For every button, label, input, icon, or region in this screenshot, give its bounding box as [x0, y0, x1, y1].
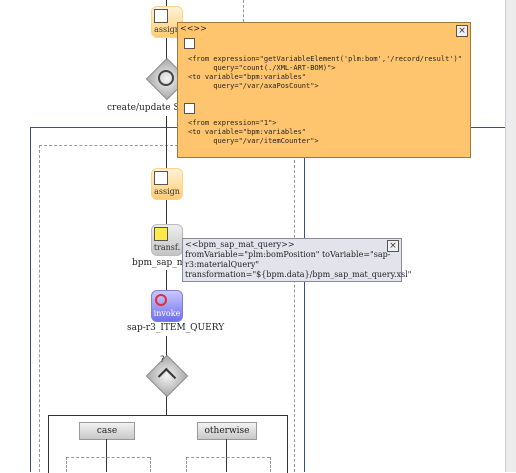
transform-node[interactable]: transf.	[151, 224, 183, 256]
vertical-scrollbar[interactable]	[505, 0, 516, 472]
transform-node-label: transf.	[153, 243, 181, 252]
connector-line	[166, 200, 167, 224]
transform-document-icon	[154, 227, 168, 241]
transform-popup: <<bpm_sap_mat_query>> × fromVariable="pl…	[182, 238, 411, 282]
assign-document-icon	[154, 9, 168, 23]
case-branch-line	[106, 439, 107, 472]
close-icon[interactable]: ×	[456, 25, 468, 37]
assign-document-icon	[154, 171, 168, 185]
expression-popup-title: <<>>	[180, 24, 207, 33]
invoke-arrows-icon	[155, 294, 167, 306]
case-branch-frame	[66, 457, 67, 472]
connector-line	[166, 395, 167, 415]
sequence-frame-left	[39, 145, 40, 472]
copy-icon[interactable]	[184, 103, 195, 114]
case-branch-frame	[66, 457, 150, 458]
otherwise-branch-frame	[186, 457, 187, 472]
copy-icon[interactable]	[184, 38, 195, 49]
transform-popup-title: <<bpm_sap_mat_query>>	[185, 240, 295, 249]
gateway-cross-icon	[158, 70, 174, 86]
invoke-node[interactable]: invoke	[151, 290, 183, 322]
question-mark-icon: ?	[160, 355, 165, 365]
case-branch-box[interactable]: case	[79, 422, 135, 440]
connector-line	[166, 116, 167, 168]
invoke-node-label: invoke	[153, 309, 181, 318]
otherwise-branch-line	[226, 439, 227, 472]
expression-code-block-2: <from expression="1"> <to variable="bpm:…	[188, 119, 319, 145]
connector-line	[166, 270, 167, 290]
sequence-frame-right	[294, 145, 295, 472]
otherwise-branch-frame	[270, 457, 271, 472]
scope-frame-top-dash	[243, 0, 244, 22]
case-branch-frame	[150, 457, 151, 472]
assign-node-mid[interactable]: assign	[151, 168, 183, 200]
invoke-label: sap-r3_ITEM_QUERY	[127, 323, 225, 333]
expression-popup: <<>> × <from expression="getVariableElem…	[177, 22, 471, 158]
transform-popup-text: fromVariable="plm:bomPosition" toVariabl…	[185, 250, 412, 279]
otherwise-branch-frame	[186, 457, 270, 458]
scope-frame-right	[304, 155, 305, 472]
scope-frame-left	[30, 127, 31, 472]
otherwise-branch-box[interactable]: otherwise	[197, 422, 257, 440]
assign-node-label: assign	[154, 187, 180, 196]
connector-line	[166, 336, 167, 356]
expression-code-block-1: <from expression="getVariableElement('pl…	[188, 55, 462, 90]
